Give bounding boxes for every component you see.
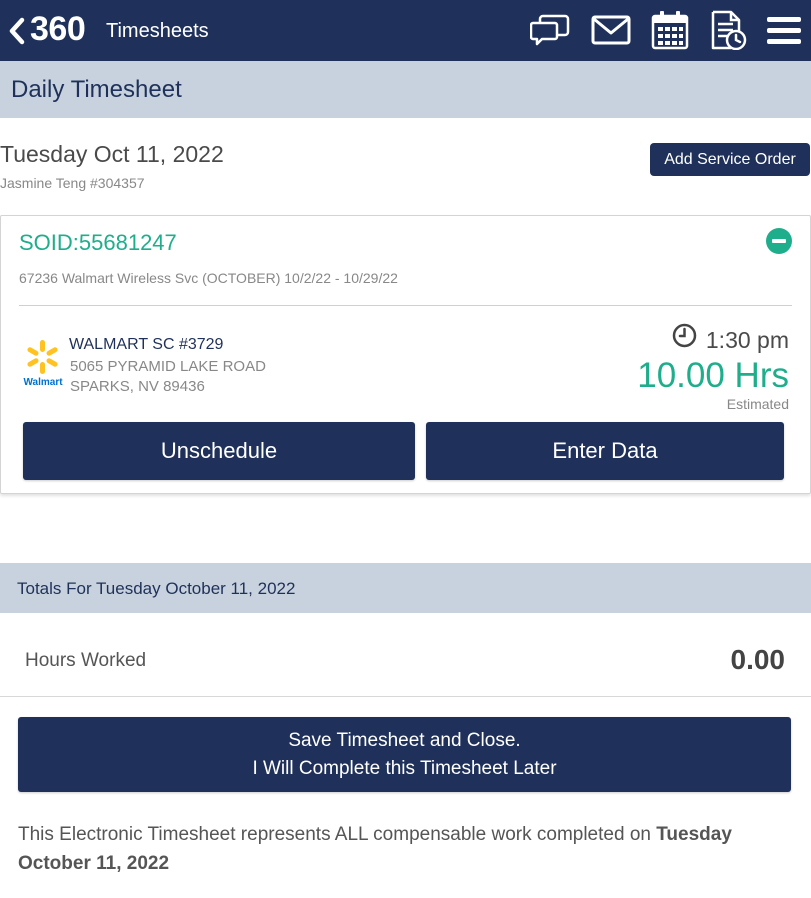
hours-worked-label: Hours Worked — [25, 650, 147, 671]
totals-title: Totals For Tuesday October 11, 2022 — [17, 579, 296, 598]
estimated-hours: 10.00 Hrs — [637, 356, 789, 395]
store-address-line2: SPARKS, NV 89436 — [70, 378, 205, 395]
totals-bar: Totals For Tuesday October 11, 2022 — [0, 563, 811, 613]
collapse-icon[interactable] — [766, 228, 792, 254]
clock-icon — [672, 323, 697, 348]
disclaimer-body: This Electronic Timesheet represents ALL… — [18, 824, 657, 845]
unschedule-button[interactable]: Unschedule — [23, 422, 415, 480]
walmart-logo-text: Walmart — [23, 377, 63, 388]
timesheet-date: Tuesday Oct 11, 2022 — [0, 141, 224, 167]
daily-timesheet-bar: Daily Timesheet — [0, 61, 811, 118]
section-title: Daily Timesheet — [11, 76, 182, 103]
store-name: WALMART SC #3729 — [69, 336, 224, 353]
mail-icon[interactable] — [591, 10, 631, 50]
timesheet-history-icon[interactable] — [709, 10, 747, 50]
brand-logo[interactable]: 360 — [30, 10, 86, 49]
save-button-line1: Save Timesheet and Close. — [288, 730, 521, 751]
save-timesheet-button[interactable]: Save Timesheet and Close. I Will Complet… — [18, 717, 791, 792]
scheduled-time: 1:30 pm — [705, 327, 789, 353]
store-address-line1: 5065 PYRAMID LAKE ROAD — [70, 358, 266, 375]
estimated-label: Estimated — [726, 396, 789, 412]
save-button-line2: I Will Complete this Timesheet Later — [252, 758, 557, 779]
disclaimer-text: This Electronic Timesheet represents ALL… — [18, 820, 798, 878]
service-order-description: 67236 Walmart Wireless Svc (OCTOBER) 10/… — [19, 270, 398, 286]
back-icon[interactable] — [6, 14, 28, 48]
app-title: Timesheets — [106, 20, 209, 42]
add-service-order-button[interactable]: Add Service Order — [650, 143, 810, 176]
walmart-logo: Walmart — [23, 340, 63, 388]
enter-data-button[interactable]: Enter Data — [426, 422, 784, 480]
soid-link[interactable]: SOID:55681247 — [19, 230, 177, 256]
totals-divider — [0, 696, 811, 697]
service-order-card: SOID:55681247 67236 Walmart Wireless Svc… — [0, 215, 811, 494]
menu-icon[interactable] — [766, 10, 802, 50]
hours-worked-value: 0.00 — [730, 644, 786, 675]
card-divider — [19, 305, 792, 306]
employee-name: Jasmine Teng #304357 — [0, 175, 145, 191]
top-bar: 360 Timesheets — [0, 0, 811, 61]
calendar-icon[interactable] — [651, 10, 689, 50]
chat-icon[interactable] — [530, 10, 570, 50]
